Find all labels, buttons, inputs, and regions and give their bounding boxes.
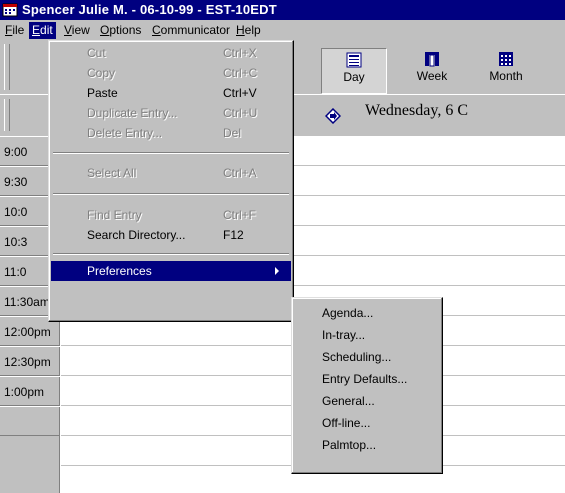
menu-file[interactable]: File xyxy=(2,22,27,39)
menu-communicator[interactable]: Communicator xyxy=(149,22,233,39)
menu-item-delete-entry[interactable]: Delete Entry... Del xyxy=(51,123,291,143)
menu-separator xyxy=(53,253,289,255)
menu-separator xyxy=(53,152,289,154)
submenu-item-palmtop[interactable]: Palmtop... xyxy=(322,435,376,455)
menu-item-duplicate-entry[interactable]: Duplicate Entry... Ctrl+U xyxy=(51,103,291,123)
date-header: Wednesday, 6 C xyxy=(365,102,468,119)
month-view-icon xyxy=(499,52,513,66)
time-slot[interactable]: 12:30pm xyxy=(0,346,60,376)
edit-menu-dropdown: Cut Ctrl+X Copy Ctrl+C Paste Ctrl+V Duplica… xyxy=(48,40,294,322)
week-view-icon xyxy=(425,52,439,67)
menu-separator xyxy=(53,193,289,195)
menu-options[interactable]: Options xyxy=(97,22,144,39)
title-bar[interactable]: Spencer Julie M. - 06-10-99 - EST-10EDT xyxy=(0,0,565,20)
time-slot[interactable] xyxy=(0,406,60,436)
submenu-item-scheduling[interactable]: Scheduling... xyxy=(322,347,391,367)
submenu-item-entry-defaults[interactable]: Entry Defaults... xyxy=(322,369,407,389)
submenu-item-in-tray[interactable]: In-tray... xyxy=(322,325,365,345)
menu-item-cut[interactable]: Cut Ctrl+X xyxy=(51,43,291,63)
menu-item-find-entry[interactable]: Find Entry Ctrl+F xyxy=(51,205,291,225)
menu-help[interactable]: Help xyxy=(233,22,264,39)
preferences-submenu: Agenda... In-tray... Scheduling... Entry… xyxy=(291,297,443,474)
menu-item-copy[interactable]: Copy Ctrl+C xyxy=(51,63,291,83)
day-view-button[interactable]: Day xyxy=(321,48,387,94)
menu-item-preferences[interactable]: Preferences xyxy=(51,261,291,281)
month-view-label: Month xyxy=(489,69,523,83)
submenu-item-off-line[interactable]: Off-line... xyxy=(322,413,370,433)
submenu-item-general[interactable]: General... xyxy=(322,391,375,411)
menu-bar: File Edit View Options Communicator Help xyxy=(0,20,565,40)
submenu-arrow-icon xyxy=(275,267,279,275)
month-view-button[interactable]: Month xyxy=(474,48,538,92)
toolbar-grip[interactable] xyxy=(4,99,10,131)
app-icon[interactable] xyxy=(2,2,18,18)
day-view-label: Day xyxy=(343,70,365,84)
menu-item-search-directory[interactable]: Search Directory... F12 xyxy=(51,225,291,245)
window-title: Spencer Julie M. - 06-10-99 - EST-10EDT xyxy=(22,2,277,17)
menu-item-select-all[interactable]: Select All Ctrl+A xyxy=(51,163,291,183)
week-view-label: Week xyxy=(416,69,448,83)
week-view-button[interactable]: Week xyxy=(400,48,464,92)
menu-edit[interactable]: Edit xyxy=(29,22,56,39)
menu-item-paste[interactable]: Paste Ctrl+V xyxy=(51,83,291,103)
toolbar-grip[interactable] xyxy=(4,44,10,90)
time-slot[interactable]: 1:00pm xyxy=(0,376,60,406)
submenu-item-agenda[interactable]: Agenda... xyxy=(322,303,373,323)
menu-view[interactable]: View xyxy=(61,22,93,39)
day-view-icon xyxy=(346,52,362,68)
today-navigate-icon[interactable] xyxy=(325,108,341,124)
